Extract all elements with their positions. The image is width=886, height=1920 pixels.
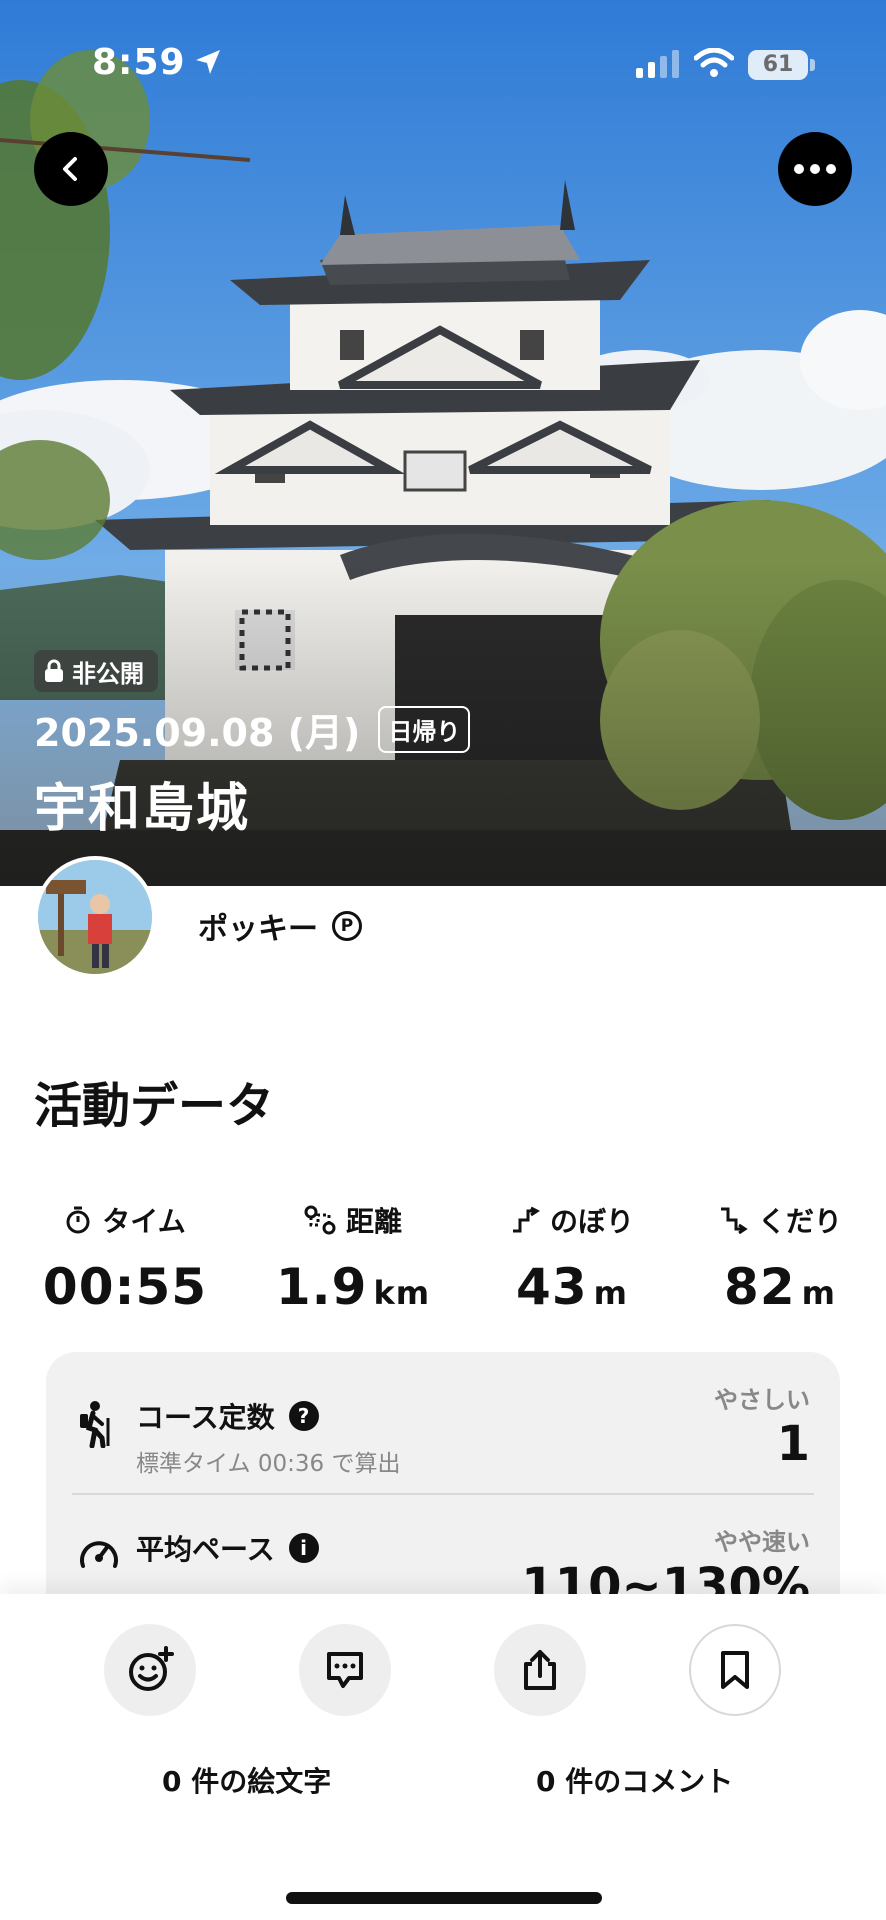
stats-row: タイム 00:55 距離 1.9 km のぼり 43 m くだり 82 m bbox=[0, 1200, 886, 1320]
stat-time-value: 00:55 bbox=[42, 1258, 208, 1316]
route-icon bbox=[304, 1205, 336, 1235]
privacy-label: 非公開 bbox=[72, 659, 144, 688]
stat-distance-value: 1.9 bbox=[275, 1258, 368, 1316]
home-indicator bbox=[286, 1892, 602, 1904]
stat-descent: くだり 82 m bbox=[680, 1200, 880, 1316]
stat-time-label: タイム bbox=[102, 1205, 186, 1238]
stat-time: タイム 00:55 bbox=[25, 1200, 225, 1316]
stat-time-label-row: タイム bbox=[25, 1200, 225, 1240]
battery-indicator: 61 bbox=[748, 50, 808, 80]
stat-descent-value-row: 82 m bbox=[680, 1258, 880, 1316]
course-constant-subtitle: 標準タイム 00:36 で算出 bbox=[136, 1451, 401, 1477]
stat-distance-unit: km bbox=[373, 1274, 431, 1312]
speedometer-icon bbox=[80, 1541, 118, 1568]
status-bar: 8:59 61 bbox=[0, 0, 886, 120]
premium-badge-icon: P bbox=[332, 911, 362, 941]
status-time: 8:59 bbox=[92, 42, 186, 83]
stat-descent-unit: m bbox=[801, 1274, 836, 1312]
avatar-image bbox=[38, 860, 152, 974]
privacy-badge: 非公開 bbox=[34, 650, 158, 692]
emoji-count[interactable]: 0 件の絵文字 bbox=[162, 1760, 331, 1800]
back-button[interactable] bbox=[34, 132, 108, 206]
activity-date: 2025.09.08 (月) bbox=[34, 711, 361, 755]
add-emoji-icon bbox=[129, 1646, 174, 1691]
stat-descent-label-row: くだり bbox=[680, 1200, 880, 1240]
trip-type-badge: 日帰り bbox=[378, 706, 471, 753]
comment-count[interactable]: 0 件のコメント bbox=[536, 1760, 733, 1800]
course-constant-title-row: コース定数 ? bbox=[136, 1396, 319, 1436]
wifi-icon bbox=[694, 48, 734, 77]
stat-ascent: のぼり 43 m bbox=[472, 1200, 672, 1316]
stat-ascent-value: 43 bbox=[516, 1258, 588, 1316]
share-icon bbox=[524, 1650, 556, 1690]
comment-button[interactable] bbox=[299, 1624, 391, 1716]
share-button[interactable] bbox=[494, 1624, 586, 1716]
stat-descent-value: 82 bbox=[724, 1258, 796, 1316]
more-options-button[interactable] bbox=[778, 132, 852, 206]
stat-time-value-row: 00:55 bbox=[25, 1258, 225, 1316]
bookmark-icon bbox=[721, 1651, 749, 1689]
course-constant-value: 1 bbox=[776, 1416, 810, 1472]
username: ポッキー bbox=[198, 912, 318, 947]
ascent-icon bbox=[512, 1206, 540, 1233]
descent-icon bbox=[720, 1207, 748, 1234]
activity-title: 宇和島城 bbox=[34, 779, 251, 839]
course-constant-title: コース定数 bbox=[136, 1401, 275, 1434]
user-name-row[interactable]: ポッキー P bbox=[198, 904, 362, 948]
activity-detail-card: コース定数 ? 標準タイム 00:36 で算出 やさしい 1 平均ペース i や… bbox=[46, 1352, 840, 1632]
help-icon[interactable]: ? bbox=[288, 1401, 319, 1431]
course-difficulty-level: やさしい bbox=[714, 1386, 810, 1414]
cellular-signal-icon bbox=[636, 50, 679, 78]
average-pace-title: 平均ペース bbox=[136, 1533, 275, 1566]
pace-level: やや速い bbox=[714, 1528, 810, 1556]
location-arrow-icon bbox=[196, 50, 220, 74]
stat-descent-label: くだり bbox=[757, 1205, 842, 1238]
battery-tip bbox=[810, 59, 815, 71]
lock-icon bbox=[45, 659, 63, 682]
hiker-icon bbox=[80, 1401, 110, 1448]
comment-icon bbox=[327, 1652, 363, 1688]
bottom-action-bar: 0 件の絵文字 0 件のコメント bbox=[0, 1594, 886, 1920]
stat-ascent-unit: m bbox=[593, 1274, 628, 1312]
chevron-left-icon bbox=[63, 157, 77, 181]
bookmark-button[interactable] bbox=[689, 1624, 781, 1716]
activity-date-row: 2025.09.08 (月) 日帰り bbox=[34, 702, 471, 757]
section-title: 活動データ bbox=[34, 1078, 275, 1134]
ellipsis-icon bbox=[794, 164, 836, 174]
stat-ascent-label: のぼり bbox=[549, 1205, 634, 1238]
avatar[interactable] bbox=[34, 856, 156, 978]
stat-distance-label-row: 距離 bbox=[253, 1200, 453, 1240]
stat-distance-value-row: 1.9 km bbox=[253, 1258, 453, 1316]
stat-ascent-value-row: 43 m bbox=[472, 1258, 672, 1316]
add-emoji-button[interactable] bbox=[104, 1624, 196, 1716]
info-icon[interactable]: i bbox=[288, 1533, 319, 1563]
stat-ascent-label-row: のぼり bbox=[472, 1200, 672, 1240]
stopwatch-icon bbox=[66, 1206, 90, 1234]
course-constant-row[interactable]: コース定数 ? 標準タイム 00:36 で算出 やさしい 1 bbox=[46, 1352, 840, 1492]
average-pace-title-row: 平均ペース i bbox=[136, 1528, 319, 1568]
stat-distance-label: 距離 bbox=[345, 1205, 402, 1238]
stat-distance: 距離 1.9 km bbox=[253, 1200, 453, 1316]
